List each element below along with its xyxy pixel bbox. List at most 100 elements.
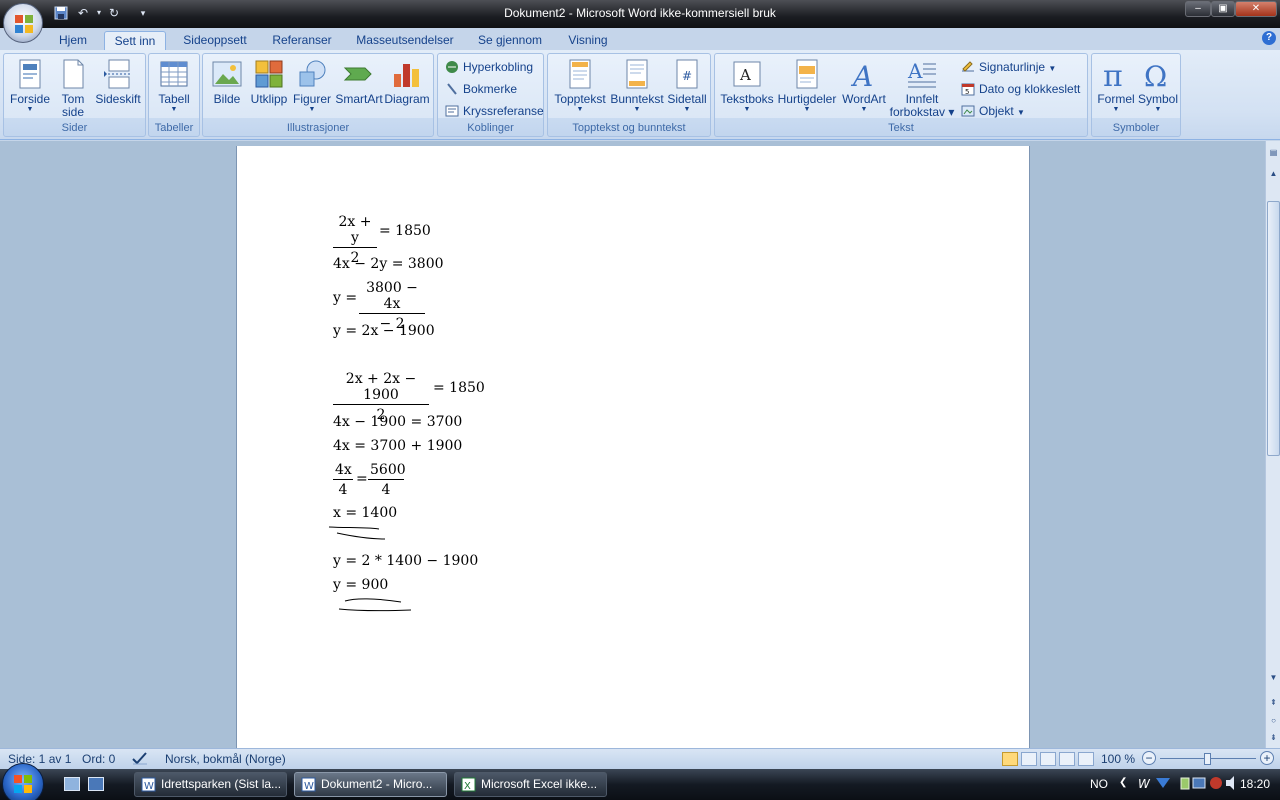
- input-language-indicator[interactable]: NO: [1090, 777, 1108, 791]
- tray-app-icon[interactable]: W: [1138, 775, 1172, 794]
- svg-text:π: π: [1103, 59, 1123, 90]
- figurer-button[interactable]: Figurer ▼: [291, 56, 333, 114]
- dropdown-arrow-icon: ▼: [1017, 108, 1025, 117]
- maximize-button[interactable]: ▣: [1211, 1, 1235, 17]
- language-indicator[interactable]: Norsk, bokmål (Norge): [165, 752, 286, 766]
- equation-7: 4x = 3700 + 1900: [333, 438, 463, 454]
- svg-text:5: 5: [965, 88, 969, 96]
- innfelt-forbokstav-button[interactable]: A Innfelt forbokstav ▾: [889, 56, 955, 119]
- dato-og-klokkeslett-button[interactable]: 5 Dato og klokkeslett: [961, 80, 1080, 98]
- taskbar-task-dokument2[interactable]: W Dokument2 - Micro...: [294, 772, 447, 797]
- close-button[interactable]: ✕: [1235, 1, 1277, 17]
- smartart-button[interactable]: SmartArt: [334, 56, 384, 106]
- group-tabeller: Tabell ▼ Tabeller: [148, 53, 200, 137]
- show-desktop-icon[interactable]: [64, 777, 80, 791]
- tab-masseutsendelser[interactable]: Masseutsendelser: [350, 31, 460, 50]
- equation-1-rhs: = 1850: [379, 223, 431, 239]
- objekt-button[interactable]: Objekt ▼: [961, 102, 1025, 120]
- ruler-toggle-icon[interactable]: ▤: [1267, 146, 1280, 159]
- document-page[interactable]: 2x + y 2 = 1850 4x − 2y = 3800 y = 3800 …: [236, 146, 1030, 748]
- forbokstav-text: forbokstav: [889, 105, 945, 119]
- object-icon: [961, 105, 975, 117]
- group-label-topptekst: Topptekst og bunntekst: [572, 122, 686, 134]
- scroll-down-icon[interactable]: ▼: [1267, 671, 1280, 684]
- tom-side-button[interactable]: Tom side: [54, 56, 92, 119]
- bunntekst-button[interactable]: Bunntekst ▼: [608, 56, 666, 114]
- taskbar-task-idrettsparken[interactable]: W Idrettsparken (Sist la...: [134, 772, 287, 797]
- sideskift-label: Sideskift: [95, 92, 141, 106]
- tab-visning[interactable]: Visning: [560, 31, 616, 50]
- tab-sideoppsett[interactable]: Sideoppsett: [176, 31, 254, 50]
- wordart-button[interactable]: A WordArt ▼: [839, 56, 889, 114]
- tab-sett-inn[interactable]: Sett inn: [104, 31, 166, 50]
- minimize-button[interactable]: ‒: [1185, 1, 1211, 17]
- tray-expand-icon[interactable]: ❮: [1119, 777, 1127, 788]
- diagram-button[interactable]: Diagram: [383, 56, 431, 106]
- equation-6: 4x − 1900 = 3700: [333, 414, 463, 430]
- zoom-slider-thumb[interactable]: [1204, 753, 1211, 765]
- wordart-icon: A: [850, 60, 873, 90]
- taskbar-task-excel[interactable]: X Microsoft Excel ikke...: [454, 772, 607, 797]
- forside-button[interactable]: Forside ▼: [7, 56, 53, 114]
- sideskift-button[interactable]: Sideskift: [93, 56, 143, 106]
- proofing-icon[interactable]: [131, 750, 149, 769]
- svg-text:W: W: [304, 781, 314, 792]
- picture-icon: [212, 61, 242, 87]
- word-count[interactable]: Ord: 0: [82, 752, 115, 766]
- outline-view-button[interactable]: [1059, 752, 1075, 766]
- hurtigdeler-button[interactable]: Hurtigdeler ▼: [775, 56, 839, 114]
- vertical-scrollbar[interactable]: ▤ ▲ ▼ ⇞ ○ ⇟: [1265, 141, 1280, 748]
- group-label-symboler: Symboler: [1112, 122, 1160, 134]
- equation-1-numerator: 2x + y: [333, 214, 377, 248]
- word-app-icon: W: [301, 777, 316, 792]
- hyperkobling-button[interactable]: Hyperkobling: [445, 58, 533, 76]
- draft-view-button[interactable]: [1078, 752, 1094, 766]
- topptekst-button[interactable]: Topptekst ▼: [552, 56, 608, 114]
- wordart-label: WordArt: [842, 92, 886, 106]
- zoom-out-button[interactable]: −: [1142, 751, 1156, 765]
- tekstboks-button[interactable]: A Tekstboks ▼: [719, 56, 775, 114]
- svg-text:W: W: [1138, 777, 1151, 791]
- tray-system-icons[interactable]: [1180, 775, 1236, 794]
- dropdown-arrow-icon: ▼: [26, 106, 34, 113]
- scroll-up-icon[interactable]: ▲: [1267, 167, 1280, 180]
- print-layout-view-button[interactable]: [1002, 752, 1018, 766]
- window-title: Dokument2 - Microsoft Word ikke-kommersi…: [504, 6, 776, 20]
- hurtigdeler-label: Hurtigdeler: [777, 92, 837, 106]
- zoom-level[interactable]: 100 %: [1101, 752, 1135, 766]
- group-sider: Forside ▼ Tom side Sideskift Sider: [3, 53, 146, 137]
- tabell-button[interactable]: Tabell ▼: [151, 56, 197, 114]
- switch-windows-icon[interactable]: [88, 777, 104, 791]
- symbol-button[interactable]: Ω Symbol ▼: [1137, 56, 1179, 114]
- hyperlink-icon: [446, 61, 458, 73]
- kryssreferanse-button[interactable]: Kryssreferanse: [445, 102, 544, 120]
- start-button[interactable]: [2, 763, 44, 800]
- previous-page-icon[interactable]: ⇞: [1267, 696, 1280, 709]
- next-page-icon[interactable]: ⇟: [1267, 731, 1280, 744]
- hyperkobling-label: Hyperkobling: [463, 60, 534, 74]
- bokmerke-button[interactable]: Bokmerke: [445, 80, 517, 98]
- bilde-button[interactable]: Bilde: [207, 56, 247, 106]
- zoom-in-button[interactable]: +: [1260, 751, 1274, 765]
- tekstboks-label: Tekstboks: [720, 92, 774, 106]
- equation-5-numerator: 2x + 2x − 1900: [333, 371, 429, 405]
- formel-button[interactable]: π Formel ▼: [1095, 56, 1137, 114]
- tab-referanser[interactable]: Referanser: [266, 31, 338, 50]
- utklipp-button[interactable]: Utklipp: [248, 56, 290, 106]
- full-screen-reading-view-button[interactable]: [1021, 752, 1037, 766]
- scrollbar-thumb[interactable]: [1267, 201, 1280, 456]
- clock[interactable]: 18:20: [1240, 777, 1270, 791]
- signaturlinje-button[interactable]: Signaturlinje ▼: [961, 58, 1056, 76]
- office-button[interactable]: [3, 3, 43, 43]
- web-layout-view-button[interactable]: [1040, 752, 1056, 766]
- tab-hjem[interactable]: Hjem: [52, 31, 94, 50]
- sidetall-button[interactable]: # Sidetall ▼: [665, 56, 709, 114]
- diagram-label: Diagram: [384, 92, 430, 106]
- taskbar-task-label: Dokument2 - Micro...: [321, 777, 433, 791]
- equation-3-lhs: y =: [333, 290, 358, 306]
- help-icon[interactable]: ?: [1262, 31, 1276, 45]
- equation-8-numerator-left: 4x: [333, 462, 353, 480]
- equation-9: x = 1400: [333, 505, 398, 521]
- tab-se-gjennom[interactable]: Se gjennom: [471, 31, 549, 50]
- browse-object-icon[interactable]: ○: [1267, 714, 1280, 727]
